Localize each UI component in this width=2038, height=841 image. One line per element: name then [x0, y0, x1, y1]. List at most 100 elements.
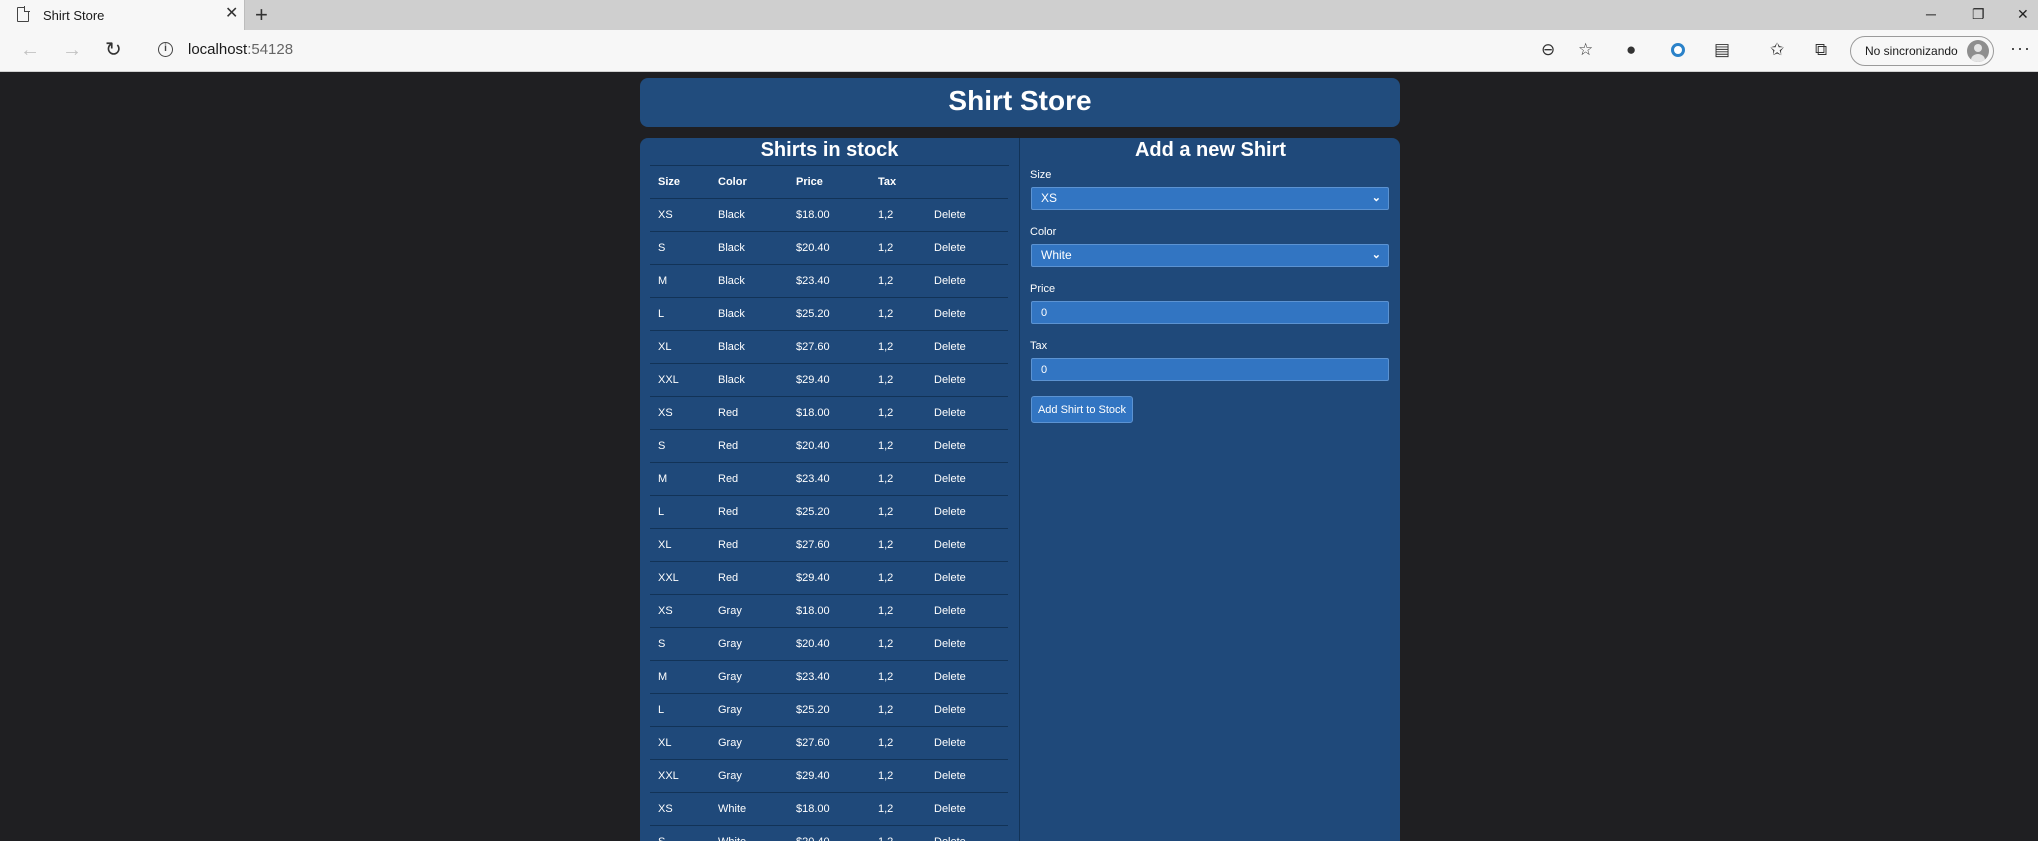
- size-select[interactable]: XS ⌄: [1031, 187, 1389, 210]
- delete-button[interactable]: Delete: [934, 209, 966, 221]
- cell-tax: 1,2: [870, 528, 926, 562]
- delete-button[interactable]: Delete: [934, 473, 966, 485]
- close-tab-icon[interactable]: ✕: [225, 5, 238, 23]
- table-row: S Gray $20.40 1,2 Delete: [650, 627, 1008, 661]
- table-row: L Gray $25.20 1,2 Delete: [650, 693, 1008, 727]
- cell-price: $20.40: [788, 429, 870, 463]
- price-input[interactable]: [1031, 301, 1389, 324]
- main-panel: Shirts in stock Size Color Price Tax XS B…: [640, 138, 1400, 841]
- delete-button[interactable]: Delete: [934, 572, 966, 584]
- delete-button[interactable]: Delete: [934, 506, 966, 518]
- browser-tab[interactable]: Shirt Store ✕: [0, 0, 245, 30]
- cell-size: XS: [650, 198, 710, 232]
- delete-button[interactable]: Delete: [934, 605, 966, 617]
- delete-button[interactable]: Delete: [934, 803, 966, 815]
- minimize-icon[interactable]: ─: [1926, 5, 1936, 23]
- browser-toolbar: ← → ↻ i localhost:54128 ⊖ ☆ ● ▤ ✩ ⧉ No s…: [0, 30, 2038, 72]
- cell-color: Black: [710, 198, 788, 232]
- table-row: S Black $20.40 1,2 Delete: [650, 231, 1008, 265]
- header-color: Color: [710, 166, 788, 199]
- forward-icon[interactable]: →: [62, 39, 82, 61]
- cell-actions: Delete: [926, 330, 1008, 364]
- restore-icon[interactable]: ❐: [1972, 5, 1985, 23]
- delete-button[interactable]: Delete: [934, 770, 966, 782]
- table-row: XS Black $18.00 1,2 Delete: [650, 198, 1008, 232]
- color-label: Color: [1030, 226, 1057, 238]
- cell-tax: 1,2: [870, 693, 926, 727]
- favorites-list-icon[interactable]: ✩: [1770, 40, 1784, 60]
- cell-price: $18.00: [788, 396, 870, 430]
- delete-button[interactable]: Delete: [934, 440, 966, 452]
- delete-button[interactable]: Delete: [934, 737, 966, 749]
- tab-title: Shirt Store: [43, 8, 105, 23]
- cell-color: Black: [710, 363, 788, 397]
- collections-icon[interactable]: ⧉: [1815, 40, 1827, 60]
- cell-actions: Delete: [926, 462, 1008, 496]
- cell-size: M: [650, 660, 710, 694]
- cell-size: XS: [650, 594, 710, 628]
- site-info-icon[interactable]: i: [158, 42, 173, 57]
- close-window-icon[interactable]: ✕: [2017, 5, 2029, 23]
- cell-size: XL: [650, 330, 710, 364]
- delete-button[interactable]: Delete: [934, 638, 966, 650]
- cell-size: S: [650, 627, 710, 661]
- cell-price: $29.40: [788, 363, 870, 397]
- delete-button[interactable]: Delete: [934, 407, 966, 419]
- favorite-star-icon[interactable]: ☆: [1578, 40, 1593, 60]
- delete-button[interactable]: Delete: [934, 242, 966, 254]
- back-icon[interactable]: ←: [20, 39, 40, 61]
- cell-color: Gray: [710, 594, 788, 628]
- cell-size: M: [650, 462, 710, 496]
- delete-button[interactable]: Delete: [934, 671, 966, 683]
- cell-actions: Delete: [926, 792, 1008, 826]
- cell-actions: Delete: [926, 231, 1008, 265]
- color-select[interactable]: White ⌄: [1031, 244, 1389, 267]
- add-shirt-button[interactable]: Add Shirt to Stock: [1031, 396, 1133, 423]
- cell-actions: Delete: [926, 825, 1008, 841]
- cell-size: S: [650, 231, 710, 265]
- cell-size: XL: [650, 528, 710, 562]
- color-select-value: White: [1041, 248, 1072, 262]
- extension-circle-icon[interactable]: [1671, 43, 1685, 57]
- more-options-icon[interactable]: ···: [2010, 38, 2031, 59]
- refresh-icon[interactable]: ↻: [105, 39, 122, 61]
- delete-button[interactable]: Delete: [934, 836, 966, 841]
- cell-price: $27.60: [788, 330, 870, 364]
- cell-actions: Delete: [926, 594, 1008, 628]
- cell-color: Gray: [710, 660, 788, 694]
- zoom-icon[interactable]: ⊖: [1541, 40, 1555, 60]
- cell-actions: Delete: [926, 726, 1008, 760]
- size-select-value: XS: [1041, 191, 1058, 205]
- cell-tax: 1,2: [870, 759, 926, 793]
- delete-button[interactable]: Delete: [934, 341, 966, 353]
- cell-tax: 1,2: [870, 264, 926, 298]
- stock-table: Size Color Price Tax XS Black $18.00 1,2 Del…: [650, 166, 1008, 841]
- profile-button[interactable]: No sincronizando: [1850, 36, 1994, 66]
- cell-size: XS: [650, 396, 710, 430]
- table-row: XL Gray $27.60 1,2 Delete: [650, 726, 1008, 760]
- cell-tax: 1,2: [870, 363, 926, 397]
- delete-button[interactable]: Delete: [934, 539, 966, 551]
- cell-price: $18.00: [788, 594, 870, 628]
- tax-input[interactable]: [1031, 358, 1389, 381]
- extension-bulb-icon[interactable]: ●: [1626, 40, 1636, 60]
- cell-actions: Delete: [926, 561, 1008, 595]
- delete-button[interactable]: Delete: [934, 704, 966, 716]
- cell-size: XXL: [650, 363, 710, 397]
- tax-label: Tax: [1030, 340, 1048, 352]
- cell-color: Black: [710, 264, 788, 298]
- cell-actions: Delete: [926, 198, 1008, 232]
- cell-price: $18.00: [788, 198, 870, 232]
- delete-button[interactable]: Delete: [934, 308, 966, 320]
- address-field[interactable]: localhost:54128: [188, 41, 293, 58]
- cell-color: White: [710, 792, 788, 826]
- cell-color: Red: [710, 561, 788, 595]
- delete-button[interactable]: Delete: [934, 374, 966, 386]
- table-row: XXL Gray $29.40 1,2 Delete: [650, 759, 1008, 793]
- delete-button[interactable]: Delete: [934, 275, 966, 287]
- new-tab-icon[interactable]: +: [255, 2, 268, 28]
- cell-price: $23.40: [788, 462, 870, 496]
- extension-list-icon[interactable]: ▤: [1714, 40, 1730, 60]
- table-row: XS Gray $18.00 1,2 Delete: [650, 594, 1008, 628]
- cell-color: Red: [710, 495, 788, 529]
